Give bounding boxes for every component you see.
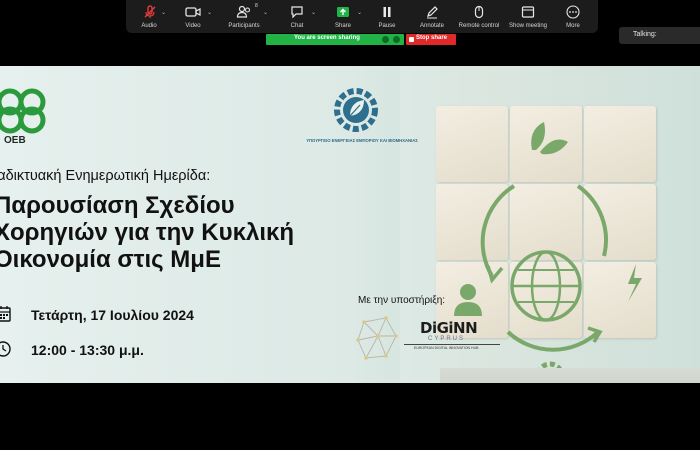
blocks-table-surface [440, 368, 700, 383]
screen-sharing-banner: You are screen sharing Stop share [266, 34, 456, 45]
screen: Audio ⌄ Video ⌄ 8 Participants ⌄ Chat ⌄ … [0, 0, 700, 450]
more-button[interactable]: More [556, 0, 590, 33]
event-title: Παρουσίαση Σχεδίου Χορηγιών για την Κυκλ… [0, 192, 294, 273]
oeb-logo-text: OEB [4, 135, 26, 146]
chat-button[interactable]: Chat [280, 0, 314, 33]
event-date: Τετάρτη, 17 Ιουλίου 2024 [31, 307, 194, 323]
participants-count: 8 [255, 3, 258, 9]
more-label: More [566, 23, 580, 29]
pencil-icon [427, 6, 438, 19]
pause-label: Pause [378, 23, 396, 29]
share-label: Share [334, 23, 351, 29]
meeting-toolbar: Audio ⌄ Video ⌄ 8 Participants ⌄ Chat ⌄ … [126, 0, 598, 33]
support-label: Με την υποστήριξη: [358, 295, 446, 306]
participants-button[interactable]: 8 Participants [222, 0, 266, 33]
shared-slide: OEB ΥΠΟΥΡΓΕΙΟ ΕΝΕΡΓΕΙΑΣ ΕΜΠΟΡΙΟΥ ΚΑΙ ΒΙΟ… [0, 66, 700, 383]
shield-icon[interactable] [382, 36, 389, 43]
sponsor-logo-country: CYPRUS [428, 336, 466, 342]
event-time: 12:00 - 13:30 μ.μ. [31, 342, 144, 358]
meeting-window-icon [521, 6, 535, 18]
remote-control-button[interactable]: Remote control [456, 0, 502, 33]
talking-label: Talking: [633, 31, 657, 38]
mouse-icon [474, 5, 484, 19]
chat-options-chevron-icon[interactable]: ⌄ [311, 9, 316, 16]
annotate-label: Annotate [419, 23, 445, 29]
sponsor-logo-name: DiGiNN [420, 319, 478, 337]
ministry-logo-text: ΥΠΟΥΡΓΕΙΟ ΕΝΕΡΓΕΙΑΣ ΕΜΠΟΡΙΟΥ ΚΑΙ ΒΙΟΜΗΧΑ… [306, 138, 418, 143]
pause-share-button[interactable]: Pause [370, 0, 404, 33]
event-title-line: Χορηγιών για την Κυκλική [0, 219, 295, 246]
audio-options-chevron-icon[interactable]: ⌄ [161, 9, 166, 16]
stop-icon [409, 37, 414, 42]
screen-sharing-status[interactable]: You are screen sharing [266, 34, 404, 45]
event-subtitle: ιαδικτυακή Ενημερωτική Ημερίδα: [0, 168, 211, 184]
pause-icon [383, 7, 391, 17]
stop-share-button[interactable]: Stop share [406, 34, 456, 45]
show-meeting-label: Show meeting [508, 23, 548, 29]
participants-options-chevron-icon[interactable]: ⌄ [263, 9, 268, 16]
video-button[interactable]: Video [176, 0, 210, 33]
sponsor-logo-divider [404, 344, 500, 345]
video-camera-icon [185, 7, 201, 17]
sponsor-logo-tagline: EUROPEAN DIGITAL INNOVATION HUB [414, 346, 479, 350]
calendar-icon [0, 306, 11, 322]
oeb-logo-icon [0, 88, 46, 134]
stop-share-label: Stop share [416, 35, 448, 41]
show-meeting-button[interactable]: Show meeting [506, 0, 550, 33]
video-label: Video [185, 23, 201, 29]
participants-icon [236, 5, 251, 18]
remote-control-label: Remote control [458, 23, 500, 29]
annotate-button[interactable]: Annotate [412, 0, 452, 33]
ministry-gear-leaf-logo-icon [334, 88, 378, 132]
audio-button[interactable]: Audio [132, 0, 166, 33]
share-options-chevron-icon[interactable]: ⌄ [357, 9, 362, 16]
share-screen-icon [337, 7, 349, 17]
more-dots-icon [566, 5, 580, 19]
share-info-icon[interactable] [393, 36, 400, 43]
diginn-network-logo-icon [356, 316, 398, 360]
share-button[interactable]: Share [326, 0, 360, 33]
chat-label: Chat [290, 23, 304, 29]
screen-sharing-status-text: You are screen sharing [294, 35, 360, 41]
chat-bubble-icon [291, 6, 303, 19]
event-title-line: Παρουσίαση Σχεδίου [0, 192, 235, 219]
clock-icon [0, 341, 11, 357]
talking-indicator: Talking: [619, 27, 700, 44]
video-options-chevron-icon[interactable]: ⌄ [207, 9, 212, 16]
participants-label: Participants [228, 23, 260, 29]
event-title-line: Οικονομία στις ΜμΕ [0, 246, 221, 273]
microphone-muted-icon [144, 5, 156, 18]
audio-label: Audio [141, 23, 157, 29]
